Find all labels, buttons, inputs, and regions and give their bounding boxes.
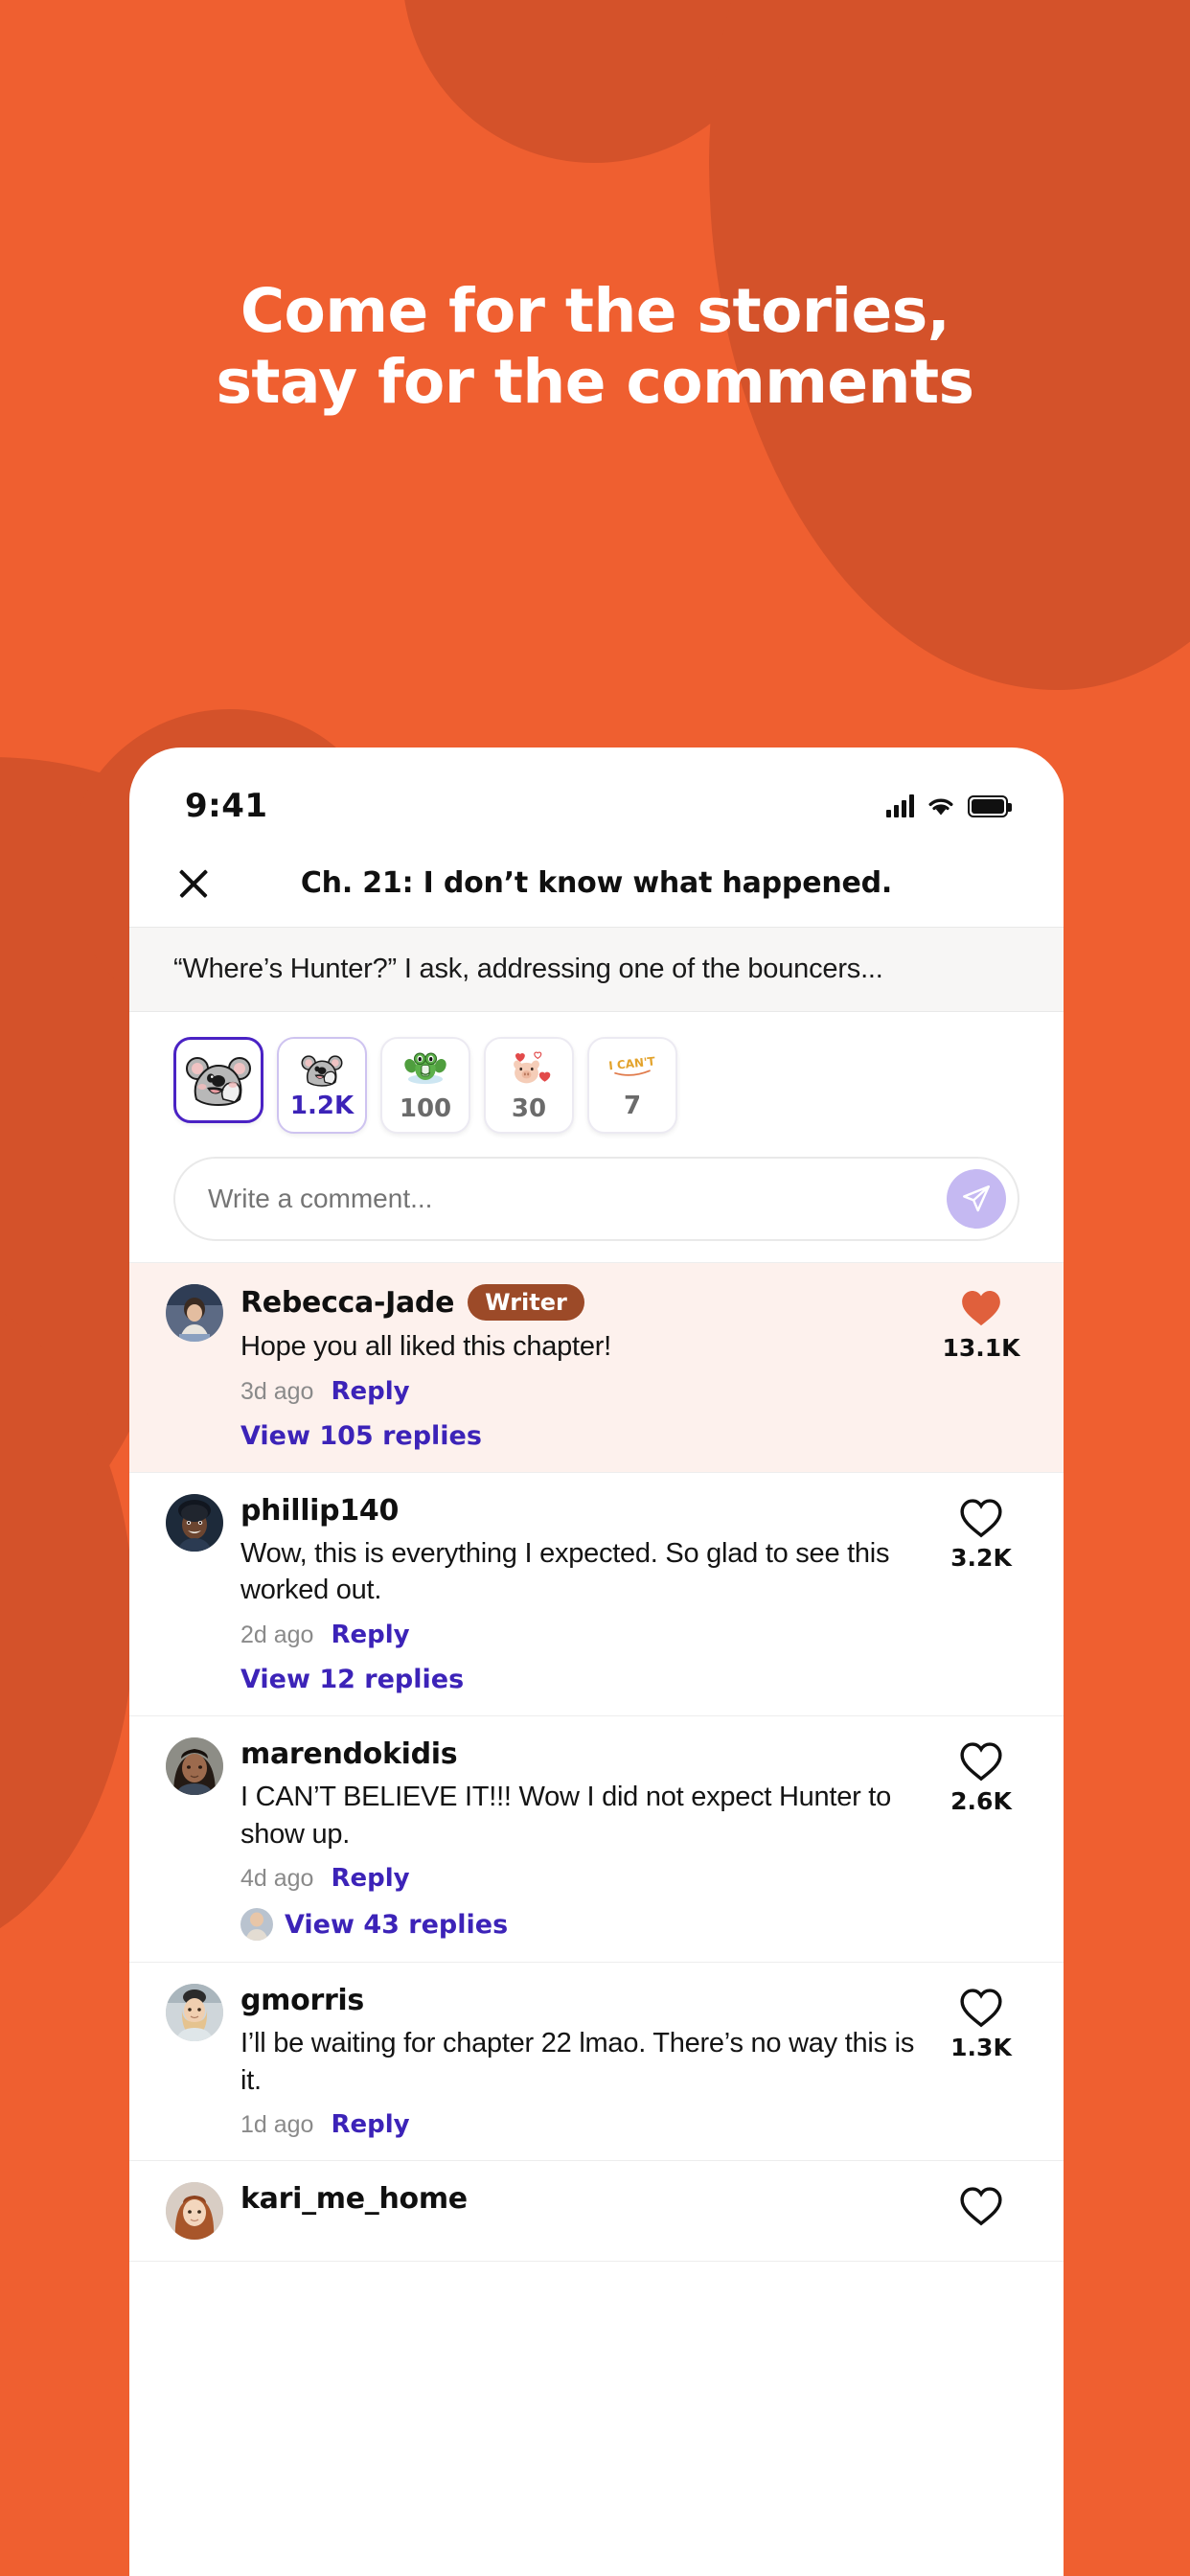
wifi-icon — [928, 798, 953, 816]
view-replies-label: View 105 replies — [240, 1420, 482, 1451]
reply-button[interactable]: Reply — [331, 1377, 409, 1406]
avatar[interactable] — [166, 1284, 223, 1343]
comment-body: phillip140 Wow, this is everything I exp… — [240, 1494, 937, 1694]
comment-username[interactable]: phillip140 — [240, 1494, 399, 1528]
comment-meta: 1d ago Reply — [240, 2110, 927, 2139]
view-replies-button[interactable]: View 105 replies — [240, 1421, 927, 1451]
table-row[interactable]: marendokidis I CAN’T BELIEVE IT!!! Wow I… — [129, 1716, 1064, 1964]
phone-mockup: 9:41 Ch. 21: I don’t know what happened.… — [129, 748, 1064, 2576]
chapter-title: Ch. 21: I don’t know what happened. — [300, 866, 893, 900]
like-button[interactable]: 13.1K — [937, 1284, 1025, 1451]
status-time: 9:41 — [185, 787, 268, 825]
heart-outline-icon — [960, 2187, 1002, 2226]
heart-outline-icon — [960, 1742, 1002, 1782]
comment-timestamp: 4d ago — [240, 1865, 314, 1893]
status-icons — [886, 794, 1012, 817]
avatar[interactable] — [166, 1493, 223, 1552]
comment-username[interactable]: marendokidis — [240, 1737, 458, 1771]
avatar[interactable] — [166, 1984, 223, 2042]
heart-outline-icon — [960, 1989, 1002, 2028]
signal-bars-icon — [886, 794, 914, 817]
close-icon[interactable] — [173, 863, 214, 904]
comment-text: I’ll be waiting for chapter 22 lmao. The… — [240, 2028, 915, 2096]
reply-participant-avatar — [240, 1908, 273, 1942]
like-count: 3.2K — [950, 1543, 1012, 1572]
reaction-chip-koala-selected[interactable] — [173, 1037, 263, 1124]
comment-text: Wow, this is everything I expected. So g… — [240, 1537, 890, 1606]
comment-body: gmorris I’ll be waiting for chapter 22 l… — [240, 1984, 937, 2139]
table-row[interactable]: kari_me_home — [129, 2161, 1064, 2263]
comment-meta: 2d ago Reply — [240, 1621, 927, 1649]
comment-timestamp: 2d ago — [240, 1621, 314, 1648]
pig-hearts-sticker — [506, 1047, 552, 1092]
koala-laughing-sticker — [185, 1049, 252, 1109]
like-button[interactable] — [937, 2182, 1025, 2240]
comment-name-row: gmorris — [240, 1984, 927, 2017]
reply-button[interactable]: Reply — [331, 2110, 409, 2139]
send-button[interactable] — [947, 1169, 1006, 1230]
view-replies-label: View 12 replies — [240, 1664, 465, 1694]
avatar[interactable] — [166, 2182, 223, 2241]
reaction-chip-count: 100 — [399, 1094, 452, 1124]
chapter-header: Ch. 21: I don’t know what happened. — [129, 840, 1064, 928]
comment-username[interactable]: Rebecca-Jade — [240, 1286, 454, 1320]
table-row[interactable]: gmorris I’ll be waiting for chapter 22 l… — [129, 1963, 1064, 2162]
marketing-headline: Come for the stories, stay for the comme… — [0, 276, 1190, 419]
table-row[interactable]: Rebecca-Jade Writer Hope you all liked t… — [129, 1263, 1064, 1473]
comment-name-row: phillip140 — [240, 1494, 927, 1528]
comment-composer[interactable] — [173, 1157, 1019, 1242]
reaction-chip-count: 7 — [623, 1092, 642, 1121]
status-badge: Writer — [468, 1284, 584, 1322]
status-bar: 9:41 — [129, 748, 1064, 840]
table-row[interactable]: phillip140 Wow, this is everything I exp… — [129, 1473, 1064, 1716]
view-replies-button[interactable]: View 12 replies — [240, 1665, 927, 1694]
heart-outline-icon — [960, 1499, 1002, 1538]
comments-list: Rebecca-Jade Writer Hope you all liked t… — [129, 1262, 1064, 2263]
comment-name-row: Rebecca-Jade Writer — [240, 1284, 927, 1322]
comment-username[interactable]: gmorris — [240, 1984, 364, 2017]
comment-body: kari_me_home — [240, 2182, 937, 2240]
like-button[interactable]: 3.2K — [937, 1494, 1025, 1694]
reaction-chip-count: 30 — [511, 1094, 547, 1124]
battery-icon — [968, 794, 1012, 817]
comment-text: I CAN’T BELIEVE IT!!! Wow I did not expe… — [240, 1781, 891, 1850]
reaction-chip-frog[interactable]: 100 — [380, 1037, 470, 1135]
like-count: 13.1K — [942, 1334, 1020, 1363]
i-cant-text-sticker: I CAN'T — [604, 1050, 661, 1089]
reaction-chip-row: 1.2K 100 30 I CAN'T 7 — [129, 1012, 1064, 1143]
comment-username[interactable]: kari_me_home — [240, 2182, 468, 2216]
send-paper-plane-icon — [963, 1185, 990, 1212]
view-replies-label: View 43 replies — [285, 1909, 509, 1940]
avatar[interactable] — [166, 1736, 223, 1795]
comment-timestamp: 3d ago — [240, 1377, 314, 1405]
reaction-chip-i-cant[interactable]: I CAN'T 7 — [587, 1037, 677, 1135]
comment-timestamp: 1d ago — [240, 2111, 314, 2139]
comment-name-row: marendokidis — [240, 1737, 927, 1771]
headline-line-1: Come for the stories, — [240, 276, 950, 346]
comment-meta: 3d ago Reply — [240, 1377, 927, 1406]
koala-laughing-sticker — [301, 1050, 343, 1089]
comment-text: Hope you all liked this chapter! — [240, 1331, 611, 1363]
frog-splash-sticker — [403, 1047, 447, 1092]
comment-name-row: kari_me_home — [240, 2182, 927, 2216]
heart-filled-icon — [962, 1291, 1000, 1326]
like-button[interactable]: 1.3K — [937, 1984, 1025, 2139]
like-count: 1.3K — [950, 2034, 1012, 2062]
view-replies-button[interactable]: View 43 replies — [240, 1908, 927, 1942]
reaction-chip-koala[interactable]: 1.2K — [277, 1037, 367, 1135]
comment-body: marendokidis I CAN’T BELIEVE IT!!! Wow I… — [240, 1737, 937, 1942]
reaction-chip-pig-hearts[interactable]: 30 — [484, 1037, 574, 1135]
reply-button[interactable]: Reply — [331, 1621, 409, 1649]
comment-meta: 4d ago Reply — [240, 1864, 927, 1893]
like-count: 2.6K — [950, 1786, 1012, 1815]
comment-body: Rebecca-Jade Writer Hope you all liked t… — [240, 1284, 937, 1451]
comment-composer-wrap — [129, 1143, 1064, 1262]
comment-input[interactable] — [208, 1184, 947, 1215]
story-excerpt[interactable]: “Where’s Hunter?” I ask, addressing one … — [129, 928, 1064, 1013]
like-button[interactable]: 2.6K — [937, 1737, 1025, 1941]
reply-button[interactable]: Reply — [331, 1864, 409, 1893]
headline-line-2: stay for the comments — [216, 347, 974, 418]
reaction-chip-count: 1.2K — [289, 1092, 355, 1121]
